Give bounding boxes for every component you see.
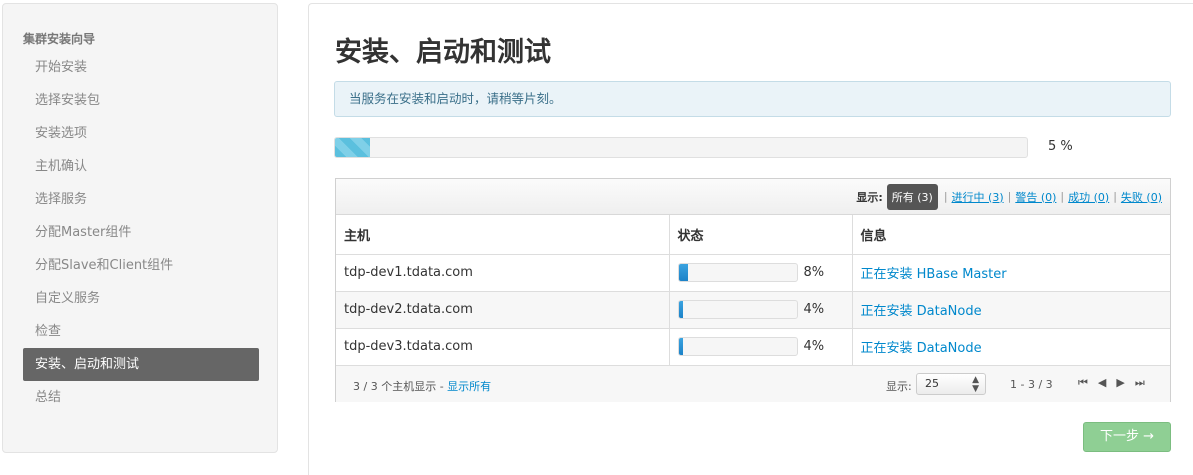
sidebar-item-install-options[interactable]: 安装选项 — [23, 117, 259, 150]
overall-progress-label: 5 % — [1048, 139, 1073, 154]
sidebar-item-review[interactable]: 检查 — [23, 315, 259, 348]
host-progress-label: 4% — [803, 339, 825, 354]
sidebar-item-start[interactable]: 开始安装 — [23, 51, 259, 84]
table-footer: 3 / 3 个主机显示 - 显示所有 显示: 25 ▲ ▼ 1 - 3 / 3 ⏮… — [336, 366, 1170, 402]
filter-separator: | — [1113, 190, 1117, 203]
filter-failed[interactable]: 失败 (0) — [1121, 189, 1162, 205]
host-progress-fill — [678, 301, 684, 318]
host-progress-bar — [677, 263, 798, 282]
header-status: 状态 — [669, 215, 853, 255]
host-info: 正在安装 HBase Master — [852, 254, 1170, 292]
pager: ⏮ ◀ ▶ ⏭ — [1078, 376, 1145, 390]
sidebar-item-summary[interactable]: 总结 — [23, 381, 259, 414]
first-page-icon[interactable]: ⏮ — [1078, 376, 1088, 390]
host-status: 4% — [669, 328, 853, 366]
filter-label: 显示: — [856, 190, 883, 204]
sidebar-list: 开始安装 选择安装包 安装选项 主机确认 选择服务 分配Master组件 分配S… — [23, 51, 259, 414]
host-info: 正在安装 DataNode — [852, 291, 1170, 329]
page-size-select[interactable]: 25 ▲ ▼ — [916, 373, 986, 395]
host-info-link[interactable]: 正在安装 DataNode — [861, 341, 982, 356]
sidebar-item-assign-masters[interactable]: 分配Master组件 — [23, 216, 259, 249]
host-progress-label: 8% — [803, 265, 825, 280]
info-alert: 当服务在安装和启动时，请稍等片刻。 — [334, 81, 1171, 117]
filter-separator: | — [1060, 190, 1065, 203]
host-progress-fill — [678, 264, 688, 281]
footer-summary: 3 / 3 个主机显示 - 显示所有 — [353, 378, 491, 394]
table-row: tdp-dev1.tdata.com 8% 正在安装 HBase Master — [336, 254, 1170, 292]
filter-separator: | — [943, 190, 948, 203]
overall-progress-fill — [335, 138, 370, 157]
sidebar-heading: 集群安装向导 — [23, 32, 96, 46]
header-info: 信息 — [852, 215, 1170, 255]
page-range: 1 - 3 / 3 — [1010, 378, 1053, 391]
host-info-link[interactable]: 正在安装 HBase Master — [861, 267, 1007, 282]
sidebar-item-confirm-hosts[interactable]: 主机确认 — [23, 150, 259, 183]
sidebar-item-select-stack[interactable]: 选择安装包 — [23, 84, 259, 117]
last-page-icon[interactable]: ⏭ — [1135, 376, 1145, 390]
host-info: 正在安装 DataNode — [852, 328, 1170, 366]
page-size-label: 显示: — [886, 380, 912, 393]
wizard-sidebar: 集群安装向导 开始安装 选择安装包 安装选项 主机确认 选择服务 分配Maste… — [2, 3, 278, 453]
next-button[interactable]: 下一步 → — [1083, 422, 1171, 452]
sidebar-item-customize-services[interactable]: 自定义服务 — [23, 282, 259, 315]
filter-warning[interactable]: 警告 (0) — [1015, 189, 1056, 205]
prev-page-icon[interactable]: ◀ — [1098, 376, 1106, 390]
host-progress-label: 4% — [803, 302, 825, 317]
filter-in-progress[interactable]: 进行中 (3) — [952, 189, 1004, 205]
main-panel: 安装、启动和测试 当服务在安装和启动时，请稍等片刻。 5 % 显示: 所有 (3… — [308, 3, 1193, 475]
hosts-table: 主机 状态 信息 tdp-dev1.tdata.com 8% 正在安装 HBas… — [336, 215, 1170, 366]
next-page-icon[interactable]: ▶ — [1116, 376, 1124, 390]
host-name: tdp-dev3.tdata.com — [336, 328, 670, 366]
overall-progress-bar — [334, 137, 1028, 158]
header-host: 主机 — [336, 215, 670, 255]
host-progress-fill — [678, 338, 684, 355]
filter-separator: | — [1007, 190, 1012, 203]
filter-bar: 显示: 所有 (3) | 进行中 (3) | 警告 (0) | 成功 (0) |… — [336, 179, 1170, 215]
sidebar-item-choose-services[interactable]: 选择服务 — [23, 183, 259, 216]
hosts-table-box: 显示: 所有 (3) | 进行中 (3) | 警告 (0) | 成功 (0) |… — [335, 178, 1171, 402]
sidebar-item-install-start-test[interactable]: 安装、启动和测试 — [23, 348, 259, 381]
page-title: 安装、启动和测试 — [335, 37, 551, 68]
host-progress-bar — [677, 300, 798, 319]
filter-success[interactable]: 成功 (0) — [1068, 189, 1109, 205]
footer-summary-text: 3 / 3 个主机显示 - — [353, 380, 448, 393]
host-name: tdp-dev1.tdata.com — [336, 254, 670, 292]
host-name: tdp-dev2.tdata.com — [336, 291, 670, 329]
host-status: 4% — [669, 291, 853, 329]
filter-all[interactable]: 所有 (3) — [886, 183, 938, 210]
page-size-value: 25 — [925, 377, 939, 390]
sidebar-item-assign-slaves[interactable]: 分配Slave和Client组件 — [23, 249, 259, 282]
table-row: tdp-dev3.tdata.com 4% 正在安装 DataNode — [336, 328, 1170, 366]
table-row: tdp-dev2.tdata.com 4% 正在安装 DataNode — [336, 291, 1170, 329]
show-all-link[interactable]: 显示所有 — [447, 380, 491, 393]
host-info-link[interactable]: 正在安装 DataNode — [861, 304, 982, 319]
select-arrows-icon: ▲ ▼ — [972, 375, 979, 394]
host-progress-bar — [677, 337, 798, 356]
host-status: 8% — [669, 254, 853, 292]
table-header-row: 主机 状态 信息 — [336, 215, 1170, 255]
